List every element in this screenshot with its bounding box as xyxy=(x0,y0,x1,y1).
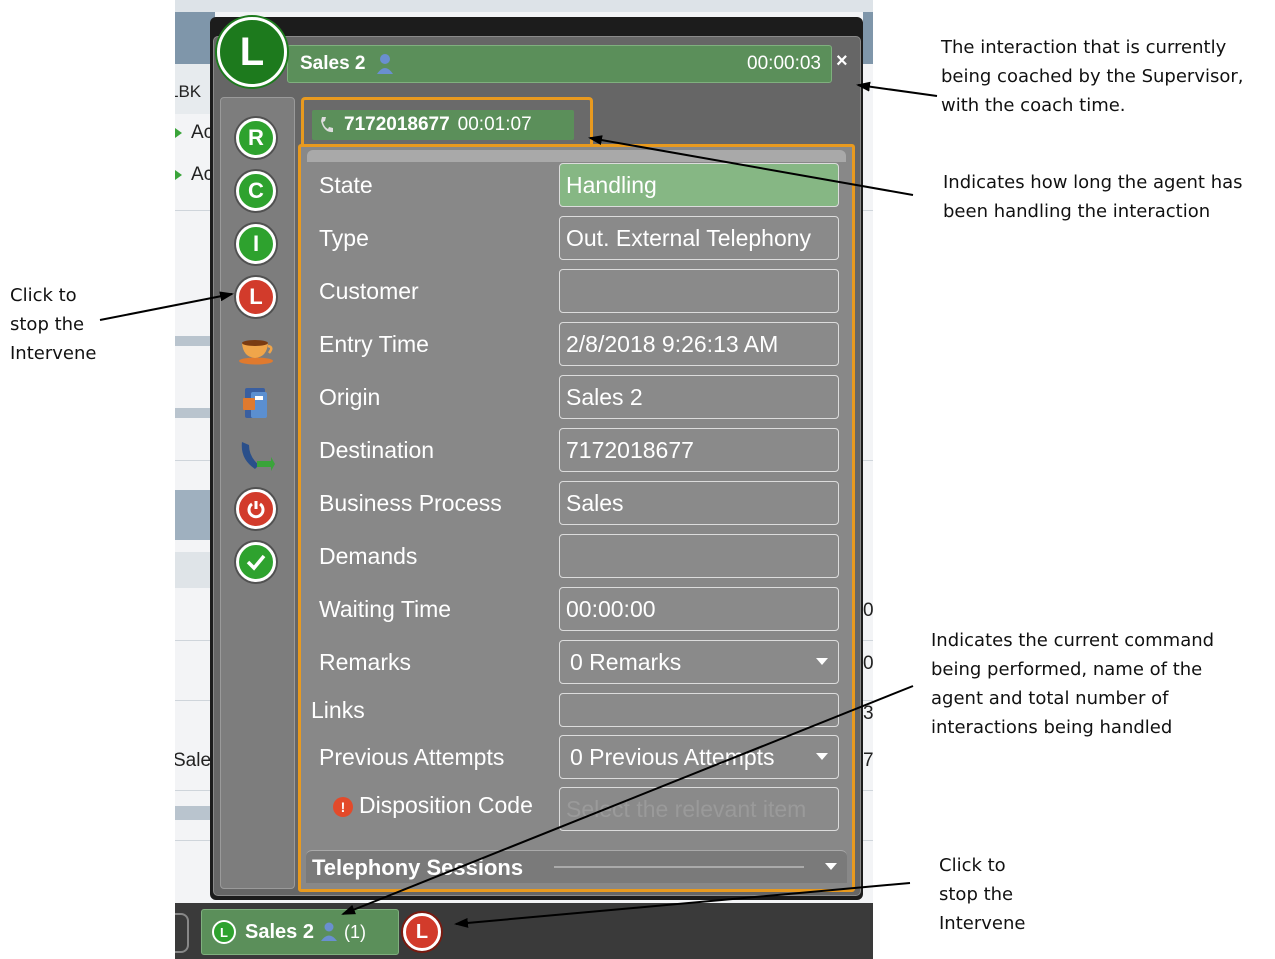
annotation-handling-time: Indicates how long the agent has been ha… xyxy=(943,172,1243,222)
arrow-stop-intervene-left xyxy=(99,291,234,321)
annotation-coach-interaction: The interaction that is currently being … xyxy=(941,37,1244,116)
annotation-stop-intervene-bottom: Click to stop the Intervene xyxy=(939,855,1026,934)
annotation-arrows xyxy=(99,81,938,928)
arrow-current-command xyxy=(341,685,914,915)
annotation-current-command: Indicates the current command being perf… xyxy=(931,630,1215,738)
arrow-coach-time xyxy=(856,81,938,97)
annotation-stop-intervene-left: Click to stop the Intervene xyxy=(10,285,97,364)
arrow-stop-intervene-bottom xyxy=(454,882,911,928)
arrow-handling-time xyxy=(588,135,914,196)
